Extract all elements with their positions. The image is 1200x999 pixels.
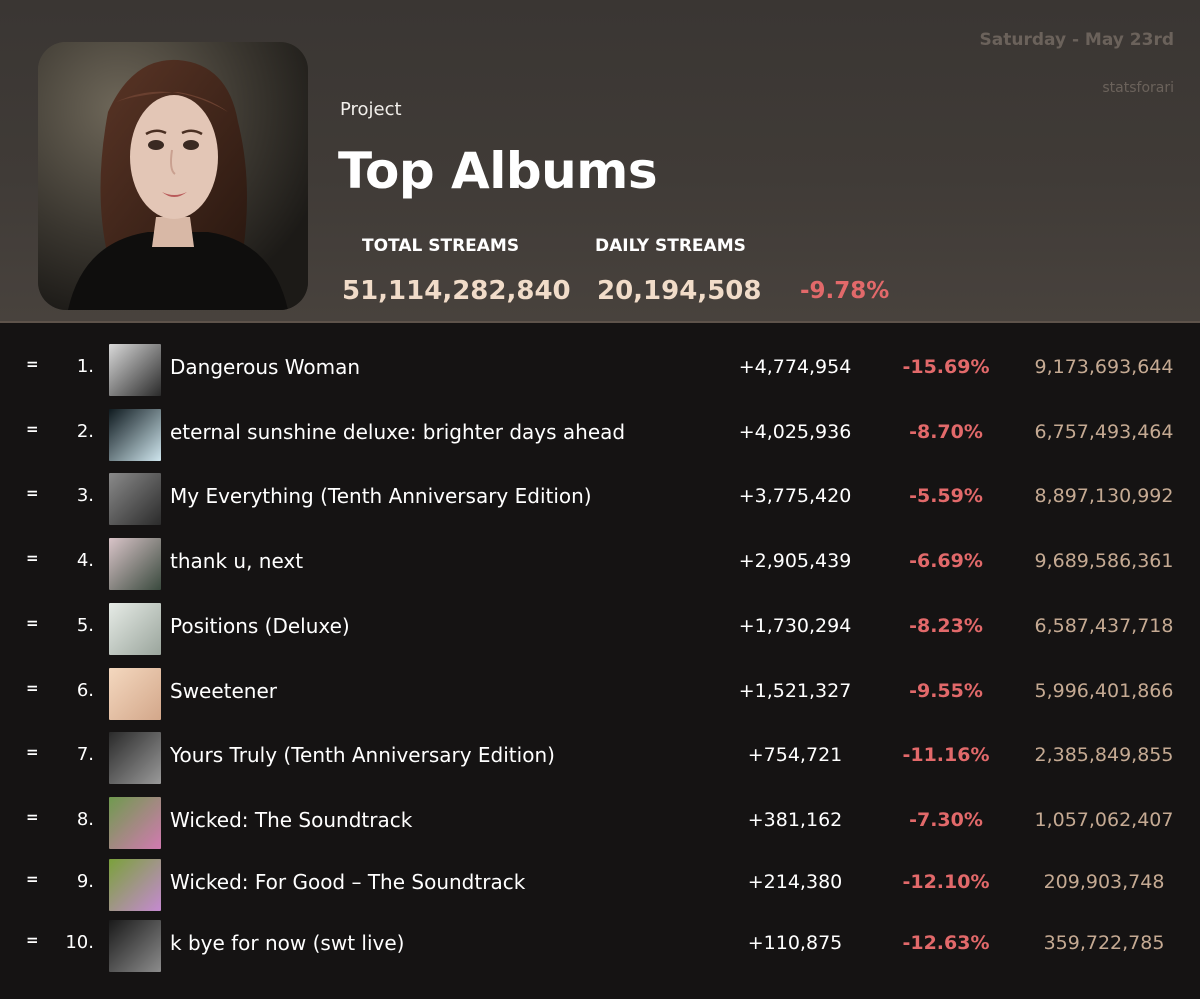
daily-streams: +1,730,294: [738, 615, 852, 637]
album-row[interactable]: = 2. eternal sunshine deluxe: brighter day…: [0, 402, 1200, 466]
rank-movement-indicator: =: [26, 355, 39, 373]
wicked-for-good-cover: [109, 859, 161, 911]
rank-number: 6.: [76, 680, 94, 701]
daily-streams: +214,380: [747, 871, 843, 893]
album-row[interactable]: = 4. thank u, next +2,905,439 -6.69% 9,689,58…: [0, 531, 1200, 595]
my-everything-cover: [109, 473, 161, 525]
daily-change-percent: -9.55%: [909, 680, 983, 702]
total-streams: 6,587,437,718: [1034, 615, 1174, 637]
rank-number: 5.: [76, 615, 94, 636]
rank-movement-indicator: =: [26, 614, 39, 632]
album-title: Dangerous Woman: [170, 355, 361, 379]
daily-change-percent: -8.70%: [909, 421, 983, 443]
rank-movement-indicator: =: [26, 931, 39, 949]
rank-number: 7.: [76, 744, 94, 765]
daily-streams-value: 20,194,508: [597, 276, 762, 306]
artist-photo-illustration: [38, 42, 308, 310]
total-streams: 5,996,401,866: [1034, 680, 1174, 702]
daily-streams-change: -9.78%: [800, 278, 890, 304]
daily-change-percent: -12.10%: [902, 871, 990, 893]
album-title: Wicked: The Soundtrack: [170, 808, 413, 832]
rank-movement-indicator: =: [26, 679, 39, 697]
rank-number: 3.: [76, 485, 94, 506]
date-label: Saturday - May 23rd: [979, 30, 1175, 50]
header: Project Top Albums TOTAL STREAMS 51,114,…: [0, 0, 1200, 323]
daily-change-percent: -8.23%: [909, 615, 983, 637]
album-row[interactable]: = 9. Wicked: For Good – The Soundtrack +214…: [0, 852, 1200, 916]
rank-number: 2.: [76, 421, 94, 442]
section-eyebrow: Project: [340, 99, 402, 120]
rank-movement-indicator: =: [26, 549, 39, 567]
album-title: Yours Truly (Tenth Anniversary Edition): [170, 743, 555, 767]
daily-streams: +3,775,420: [738, 485, 852, 507]
daily-streams-label: DAILY STREAMS: [595, 236, 746, 256]
rank-number: 10.: [65, 932, 94, 953]
k-bye-for-now-cover: [109, 920, 161, 972]
total-streams-value: 51,114,282,840: [342, 276, 571, 306]
total-streams: 9,173,693,644: [1034, 356, 1174, 378]
album-row[interactable]: = 8. Wicked: The Soundtrack +381,162 -7.30% 1…: [0, 790, 1200, 854]
daily-streams: +1,521,327: [738, 680, 852, 702]
total-streams: 209,903,748: [1043, 871, 1165, 893]
yours-truly-cover: [109, 732, 161, 784]
daily-change-percent: -15.69%: [902, 356, 990, 378]
total-streams: 359,722,785: [1043, 932, 1165, 954]
account-handle: statsforari: [1102, 80, 1174, 96]
rank-movement-indicator: =: [26, 870, 39, 888]
total-streams: 2,385,849,855: [1034, 744, 1174, 766]
daily-streams: +4,774,954: [738, 356, 852, 378]
dangerous-woman-cover: [109, 344, 161, 396]
album-row[interactable]: = 6. Sweetener +1,521,327 -9.55% 5,996,401,86…: [0, 661, 1200, 725]
rank-movement-indicator: =: [26, 484, 39, 502]
rank-movement-indicator: =: [26, 743, 39, 761]
total-streams: 9,689,586,361: [1034, 550, 1174, 572]
rank-number: 4.: [76, 550, 94, 571]
thank-u-next-cover: [109, 538, 161, 590]
total-streams-label: TOTAL STREAMS: [362, 236, 520, 256]
daily-change-percent: -11.16%: [902, 744, 990, 766]
album-title: eternal sunshine deluxe: brighter days a…: [170, 420, 626, 444]
album-row[interactable]: = 5. Positions (Deluxe) +1,730,294 -8.23% 6,5…: [0, 596, 1200, 660]
album-title: Positions (Deluxe): [170, 614, 350, 638]
album-title: My Everything (Tenth Anniversary Edition…: [170, 484, 592, 508]
album-title: thank u, next: [170, 549, 304, 573]
album-title: Wicked: For Good – The Soundtrack: [170, 870, 526, 894]
album-title: k bye for now (swt live): [170, 931, 405, 955]
eternal-sunshine-cover: [109, 409, 161, 461]
sweetener-cover: [109, 668, 161, 720]
daily-change-percent: -6.69%: [909, 550, 983, 572]
total-streams: 8,897,130,992: [1034, 485, 1174, 507]
page-title: Top Albums: [338, 142, 658, 200]
total-streams: 6,757,493,464: [1034, 421, 1174, 443]
daily-change-percent: -5.59%: [909, 485, 983, 507]
album-row[interactable]: = 1. Dangerous Woman +4,774,954 -15.69% 9,173…: [0, 337, 1200, 401]
total-streams: 1,057,062,407: [1034, 809, 1174, 831]
album-title: Sweetener: [170, 679, 278, 703]
daily-streams: +2,905,439: [738, 550, 852, 572]
daily-change-percent: -7.30%: [909, 809, 983, 831]
rank-movement-indicator: =: [26, 420, 39, 438]
album-row[interactable]: = 3. My Everything (Tenth Anniversary Edit…: [0, 466, 1200, 530]
rank-number: 9.: [76, 871, 94, 892]
daily-streams: +110,875: [747, 932, 843, 954]
daily-streams: +381,162: [747, 809, 843, 831]
rank-movement-indicator: =: [26, 808, 39, 826]
rank-number: 1.: [76, 356, 94, 377]
positions-cover: [109, 603, 161, 655]
album-row[interactable]: = 7. Yours Truly (Tenth Anniversary Editio…: [0, 725, 1200, 789]
artist-photo: [38, 42, 308, 310]
wicked-soundtrack-cover: [109, 797, 161, 849]
album-row[interactable]: = 10. k bye for now (swt live) +110,875 -12.…: [0, 913, 1200, 977]
rank-number: 8.: [76, 809, 94, 830]
daily-change-percent: -12.63%: [902, 932, 990, 954]
daily-streams: +754,721: [747, 744, 843, 766]
daily-streams: +4,025,936: [738, 421, 852, 443]
